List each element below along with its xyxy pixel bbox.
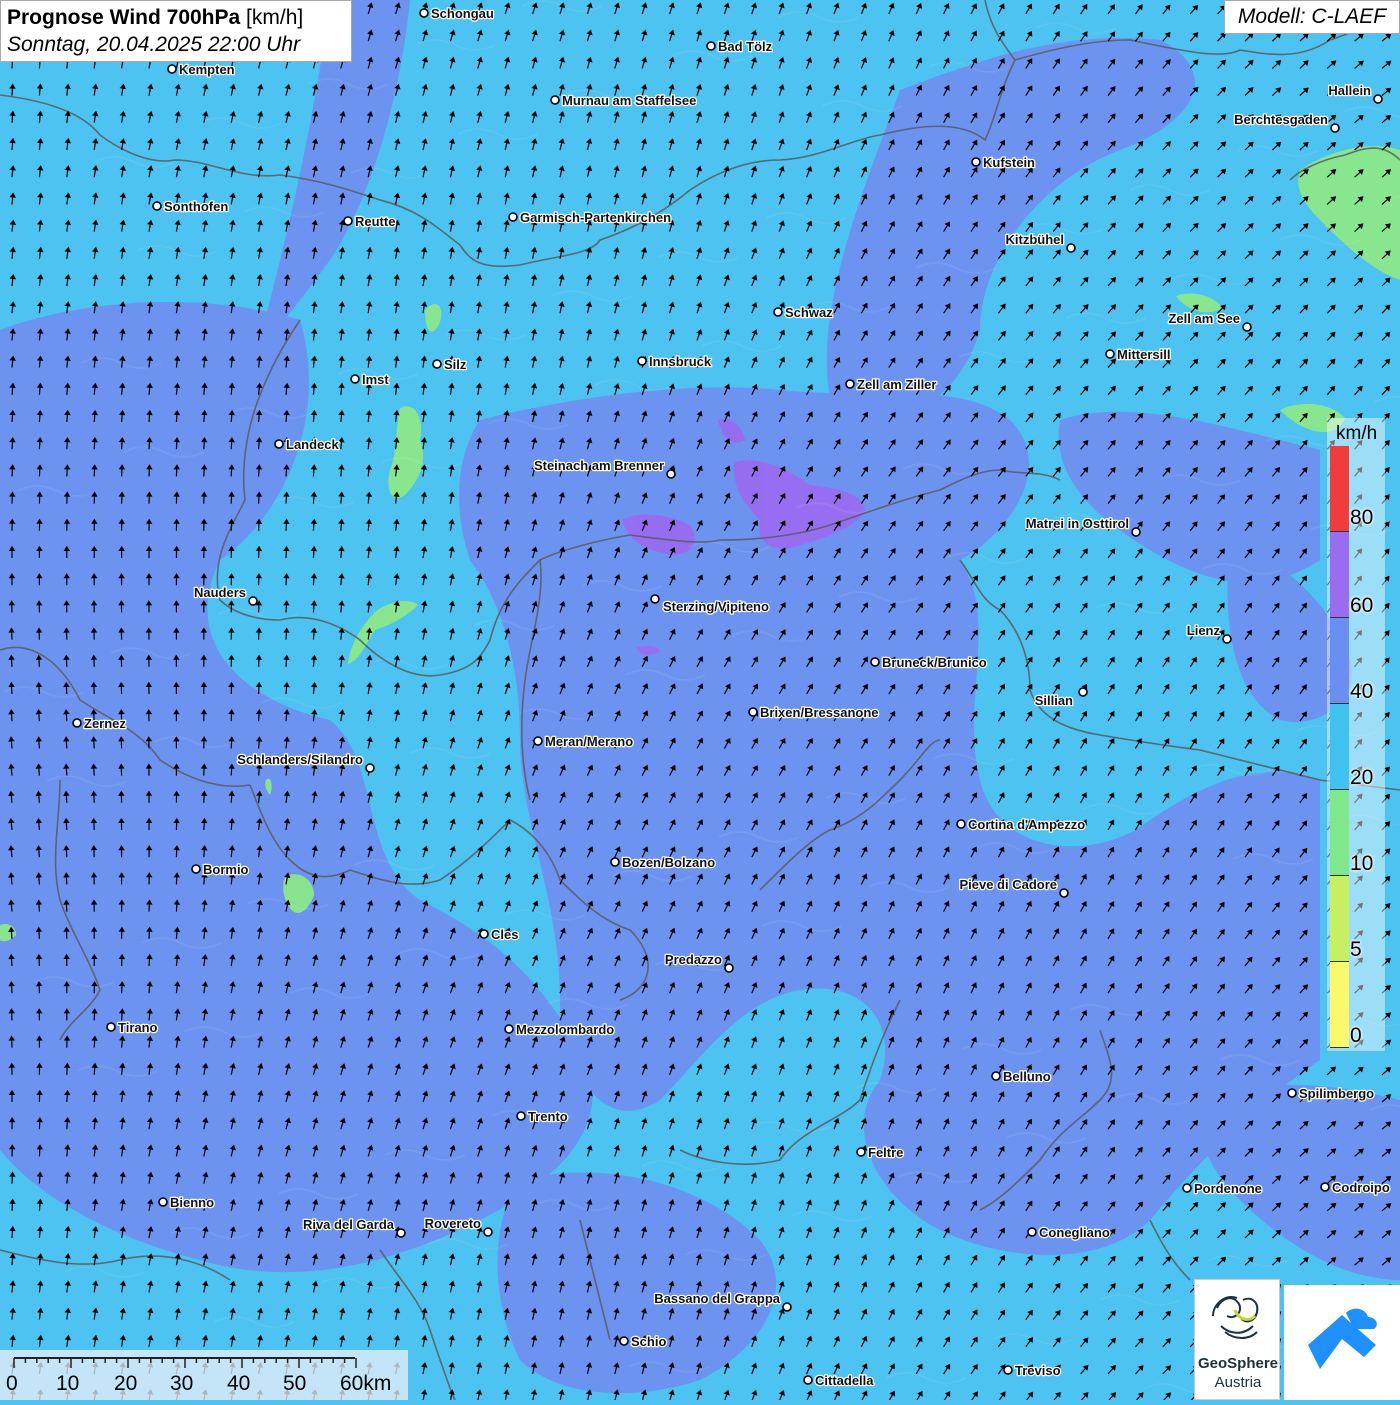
wind-map[interactable]: SchongauBad TölzKemptenMurnau am Staffel… <box>0 0 1400 1400</box>
